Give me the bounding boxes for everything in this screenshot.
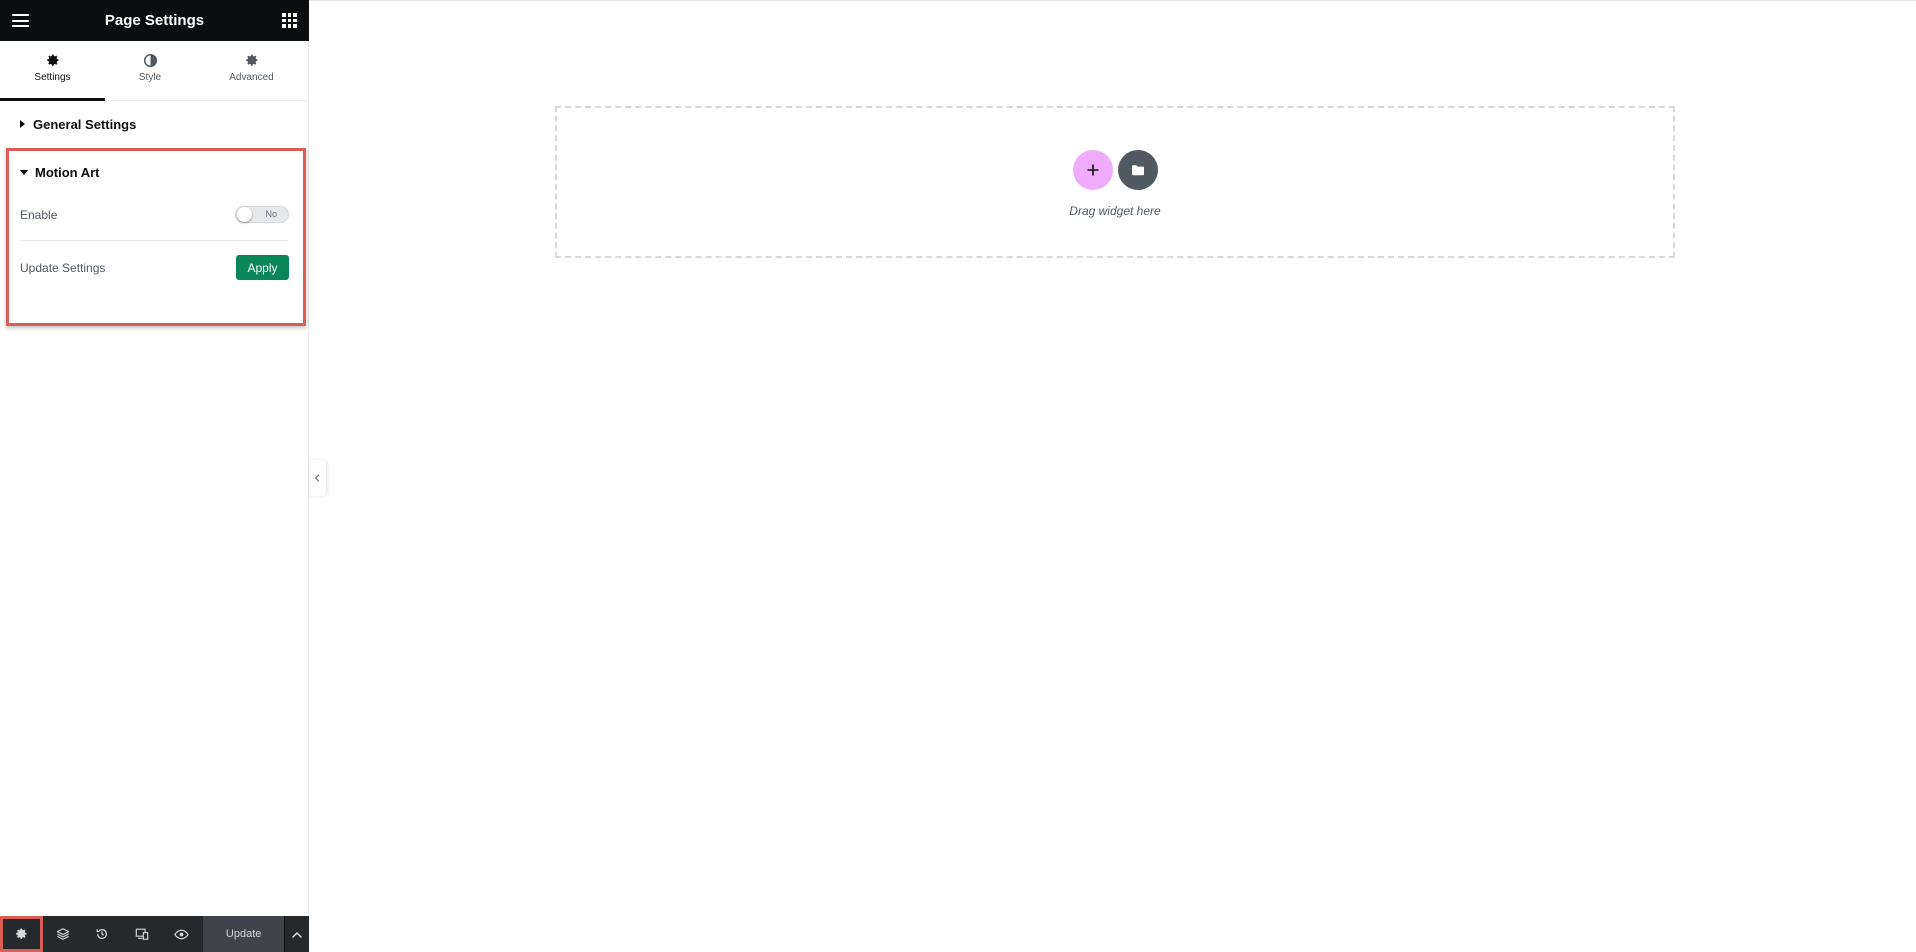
panel-title: Page Settings — [104, 12, 205, 29]
tab-style[interactable]: Style — [105, 41, 195, 100]
preview-eye-icon — [174, 929, 190, 940]
settings-icon — [16, 928, 27, 939]
footer-preview-button[interactable] — [161, 916, 201, 952]
add-section-button[interactable] — [1073, 150, 1113, 190]
save-options-button[interactable] — [284, 916, 309, 952]
chevron-left-icon — [314, 474, 320, 482]
plus-icon — [1087, 164, 1099, 176]
half-circle-icon — [143, 53, 157, 68]
layers-icon — [56, 928, 69, 940]
toggle-state-text: No — [265, 209, 277, 219]
caret-right-icon — [20, 120, 25, 128]
section-general-settings[interactable]: General Settings — [20, 117, 136, 132]
update-button[interactable]: Update — [203, 916, 285, 952]
footer-settings-button[interactable] — [0, 916, 43, 952]
tab-advanced[interactable]: Advanced — [195, 41, 308, 100]
footer-history-button[interactable] — [82, 916, 122, 952]
section-motion-art[interactable]: Motion Art — [20, 165, 100, 180]
widget-drop-zone[interactable]: Drag widget here — [555, 106, 1675, 258]
panel-header: Page Settings — [0, 0, 309, 41]
apply-button[interactable]: Apply — [236, 255, 289, 280]
tab-settings[interactable]: Settings — [0, 41, 105, 101]
enable-toggle[interactable]: No — [235, 206, 289, 223]
tab-settings-label: Settings — [34, 72, 71, 83]
gear-icon — [246, 54, 258, 66]
toggle-knob — [237, 207, 252, 222]
footer-responsive-button[interactable] — [122, 916, 162, 952]
tab-advanced-label: Advanced — [229, 72, 274, 83]
drag-widget-text: Drag widget here — [1069, 204, 1161, 218]
update-settings-label: Update Settings — [20, 261, 106, 275]
history-icon — [96, 928, 108, 939]
panel-collapse-handle[interactable] — [309, 460, 326, 496]
canvas-top-border — [309, 0, 1916, 1]
section-general-label: General Settings — [33, 117, 137, 132]
tab-style-label: Style — [138, 72, 162, 83]
control-divider — [20, 240, 288, 241]
widgets-grid-icon[interactable] — [282, 13, 297, 28]
gear-icon — [47, 54, 59, 66]
enable-label: Enable — [20, 208, 58, 222]
folder-icon — [1132, 165, 1144, 176]
add-template-button[interactable] — [1118, 150, 1158, 190]
panel-tabs: Settings Style Advanced — [0, 41, 308, 101]
chevron-up-icon — [292, 931, 303, 939]
footer-navigator-button[interactable] — [43, 916, 83, 952]
responsive-icon — [135, 928, 149, 940]
editor-panel: Page Settings Settings Style Advanced Ge… — [0, 0, 309, 952]
section-motion-art-label: Motion Art — [35, 165, 100, 180]
caret-down-icon — [20, 170, 28, 175]
panel-footer: Update — [0, 916, 309, 952]
